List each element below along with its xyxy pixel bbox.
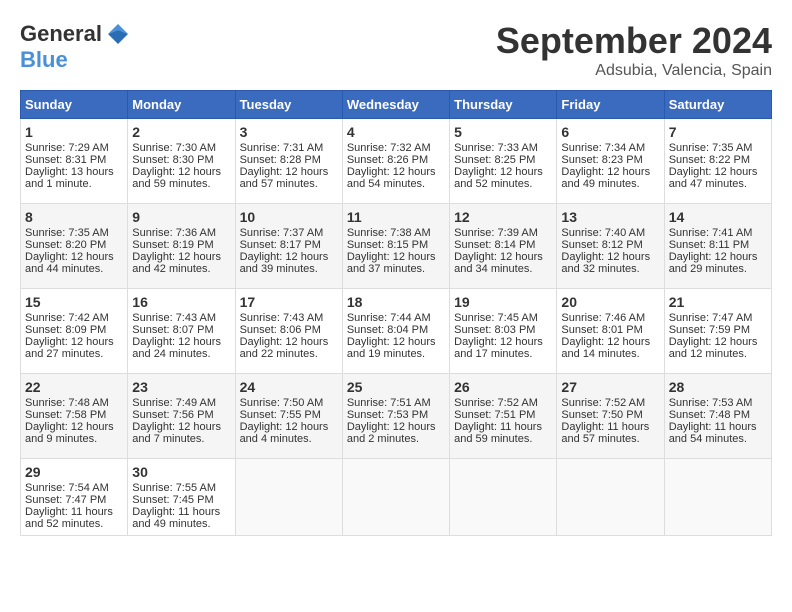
col-thursday: Thursday: [450, 91, 557, 119]
day-number: 26: [454, 379, 552, 395]
table-cell: 22 Sunrise: 7:48 AMSunset: 7:58 PMDaylig…: [21, 374, 128, 459]
table-cell-empty: [342, 459, 449, 536]
day-number: 2: [132, 124, 230, 140]
day-number: 30: [132, 464, 230, 480]
table-cell: 20 Sunrise: 7:46 AMSunset: 8:01 PMDaylig…: [557, 289, 664, 374]
logo: General Blue: [20, 20, 132, 72]
table-cell: 30 Sunrise: 7:55 AMSunset: 7:45 PMDaylig…: [128, 459, 235, 536]
table-cell: 11 Sunrise: 7:38 AMSunset: 8:15 PMDaylig…: [342, 204, 449, 289]
table-cell-empty: [557, 459, 664, 536]
day-number: 13: [561, 209, 659, 225]
day-number: 5: [454, 124, 552, 140]
day-number: 11: [347, 209, 445, 225]
day-number: 12: [454, 209, 552, 225]
logo-general-text: General: [20, 22, 102, 46]
table-cell: 17 Sunrise: 7:43 AMSunset: 8:06 PMDaylig…: [235, 289, 342, 374]
day-number: 6: [561, 124, 659, 140]
table-cell: 19 Sunrise: 7:45 AMSunset: 8:03 PMDaylig…: [450, 289, 557, 374]
day-number: 16: [132, 294, 230, 310]
table-cell: 15 Sunrise: 7:42 AMSunset: 8:09 PMDaylig…: [21, 289, 128, 374]
day-number: 25: [347, 379, 445, 395]
col-friday: Friday: [557, 91, 664, 119]
day-number: 24: [240, 379, 338, 395]
calendar-row: 22 Sunrise: 7:48 AMSunset: 7:58 PMDaylig…: [21, 374, 772, 459]
day-number: 20: [561, 294, 659, 310]
table-cell: 1 Sunrise: 7:29 AMSunset: 8:31 PMDayligh…: [21, 119, 128, 204]
title-section: September 2024 Adsubia, Valencia, Spain: [496, 20, 772, 80]
month-title: September 2024: [496, 20, 772, 62]
table-cell: 16 Sunrise: 7:43 AMSunset: 8:07 PMDaylig…: [128, 289, 235, 374]
page-header: General Blue September 2024 Adsubia, Val…: [20, 20, 772, 80]
table-cell: 7 Sunrise: 7:35 AMSunset: 8:22 PMDayligh…: [664, 119, 771, 204]
day-number: 8: [25, 209, 123, 225]
day-number: 14: [669, 209, 767, 225]
col-sunday: Sunday: [21, 91, 128, 119]
col-wednesday: Wednesday: [342, 91, 449, 119]
table-cell: 6 Sunrise: 7:34 AMSunset: 8:23 PMDayligh…: [557, 119, 664, 204]
day-number: 23: [132, 379, 230, 395]
table-cell: 23 Sunrise: 7:49 AMSunset: 7:56 PMDaylig…: [128, 374, 235, 459]
calendar-row: 1 Sunrise: 7:29 AMSunset: 8:31 PMDayligh…: [21, 119, 772, 204]
calendar-row: 8 Sunrise: 7:35 AMSunset: 8:20 PMDayligh…: [21, 204, 772, 289]
table-cell: 27 Sunrise: 7:52 AMSunset: 7:50 PMDaylig…: [557, 374, 664, 459]
calendar-header-row: Sunday Monday Tuesday Wednesday Thursday…: [21, 91, 772, 119]
table-cell-empty: [450, 459, 557, 536]
day-number: 17: [240, 294, 338, 310]
day-number: 27: [561, 379, 659, 395]
table-cell-empty: [235, 459, 342, 536]
calendar-row: 15 Sunrise: 7:42 AMSunset: 8:09 PMDaylig…: [21, 289, 772, 374]
table-cell: 21 Sunrise: 7:47 AMSunset: 7:59 PMDaylig…: [664, 289, 771, 374]
calendar-table: Sunday Monday Tuesday Wednesday Thursday…: [20, 90, 772, 536]
day-number: 19: [454, 294, 552, 310]
table-cell: 13 Sunrise: 7:40 AMSunset: 8:12 PMDaylig…: [557, 204, 664, 289]
table-cell: 25 Sunrise: 7:51 AMSunset: 7:53 PMDaylig…: [342, 374, 449, 459]
day-number: 15: [25, 294, 123, 310]
table-cell: 9 Sunrise: 7:36 AMSunset: 8:19 PMDayligh…: [128, 204, 235, 289]
table-cell-empty: [664, 459, 771, 536]
logo-icon: [104, 20, 132, 48]
location-subtitle: Adsubia, Valencia, Spain: [496, 62, 772, 80]
day-number: 4: [347, 124, 445, 140]
col-saturday: Saturday: [664, 91, 771, 119]
day-number: 9: [132, 209, 230, 225]
table-cell: 8 Sunrise: 7:35 AMSunset: 8:20 PMDayligh…: [21, 204, 128, 289]
day-number: 29: [25, 464, 123, 480]
col-tuesday: Tuesday: [235, 91, 342, 119]
table-cell: 24 Sunrise: 7:50 AMSunset: 7:55 PMDaylig…: [235, 374, 342, 459]
table-cell: 4 Sunrise: 7:32 AMSunset: 8:26 PMDayligh…: [342, 119, 449, 204]
day-number: 21: [669, 294, 767, 310]
day-number: 10: [240, 209, 338, 225]
table-cell: 28 Sunrise: 7:53 AMSunset: 7:48 PMDaylig…: [664, 374, 771, 459]
col-monday: Monday: [128, 91, 235, 119]
table-cell: 3 Sunrise: 7:31 AMSunset: 8:28 PMDayligh…: [235, 119, 342, 204]
day-number: 3: [240, 124, 338, 140]
day-number: 22: [25, 379, 123, 395]
table-cell: 10 Sunrise: 7:37 AMSunset: 8:17 PMDaylig…: [235, 204, 342, 289]
day-number: 18: [347, 294, 445, 310]
table-cell: 18 Sunrise: 7:44 AMSunset: 8:04 PMDaylig…: [342, 289, 449, 374]
table-cell: 5 Sunrise: 7:33 AMSunset: 8:25 PMDayligh…: [450, 119, 557, 204]
table-cell: 26 Sunrise: 7:52 AMSunset: 7:51 PMDaylig…: [450, 374, 557, 459]
table-cell: 12 Sunrise: 7:39 AMSunset: 8:14 PMDaylig…: [450, 204, 557, 289]
day-number: 28: [669, 379, 767, 395]
logo-blue-text: Blue: [20, 48, 132, 72]
day-number: 1: [25, 124, 123, 140]
day-number: 7: [669, 124, 767, 140]
calendar-row: 29 Sunrise: 7:54 AMSunset: 7:47 PMDaylig…: [21, 459, 772, 536]
table-cell: 29 Sunrise: 7:54 AMSunset: 7:47 PMDaylig…: [21, 459, 128, 536]
table-cell: 2 Sunrise: 7:30 AMSunset: 8:30 PMDayligh…: [128, 119, 235, 204]
table-cell: 14 Sunrise: 7:41 AMSunset: 8:11 PMDaylig…: [664, 204, 771, 289]
